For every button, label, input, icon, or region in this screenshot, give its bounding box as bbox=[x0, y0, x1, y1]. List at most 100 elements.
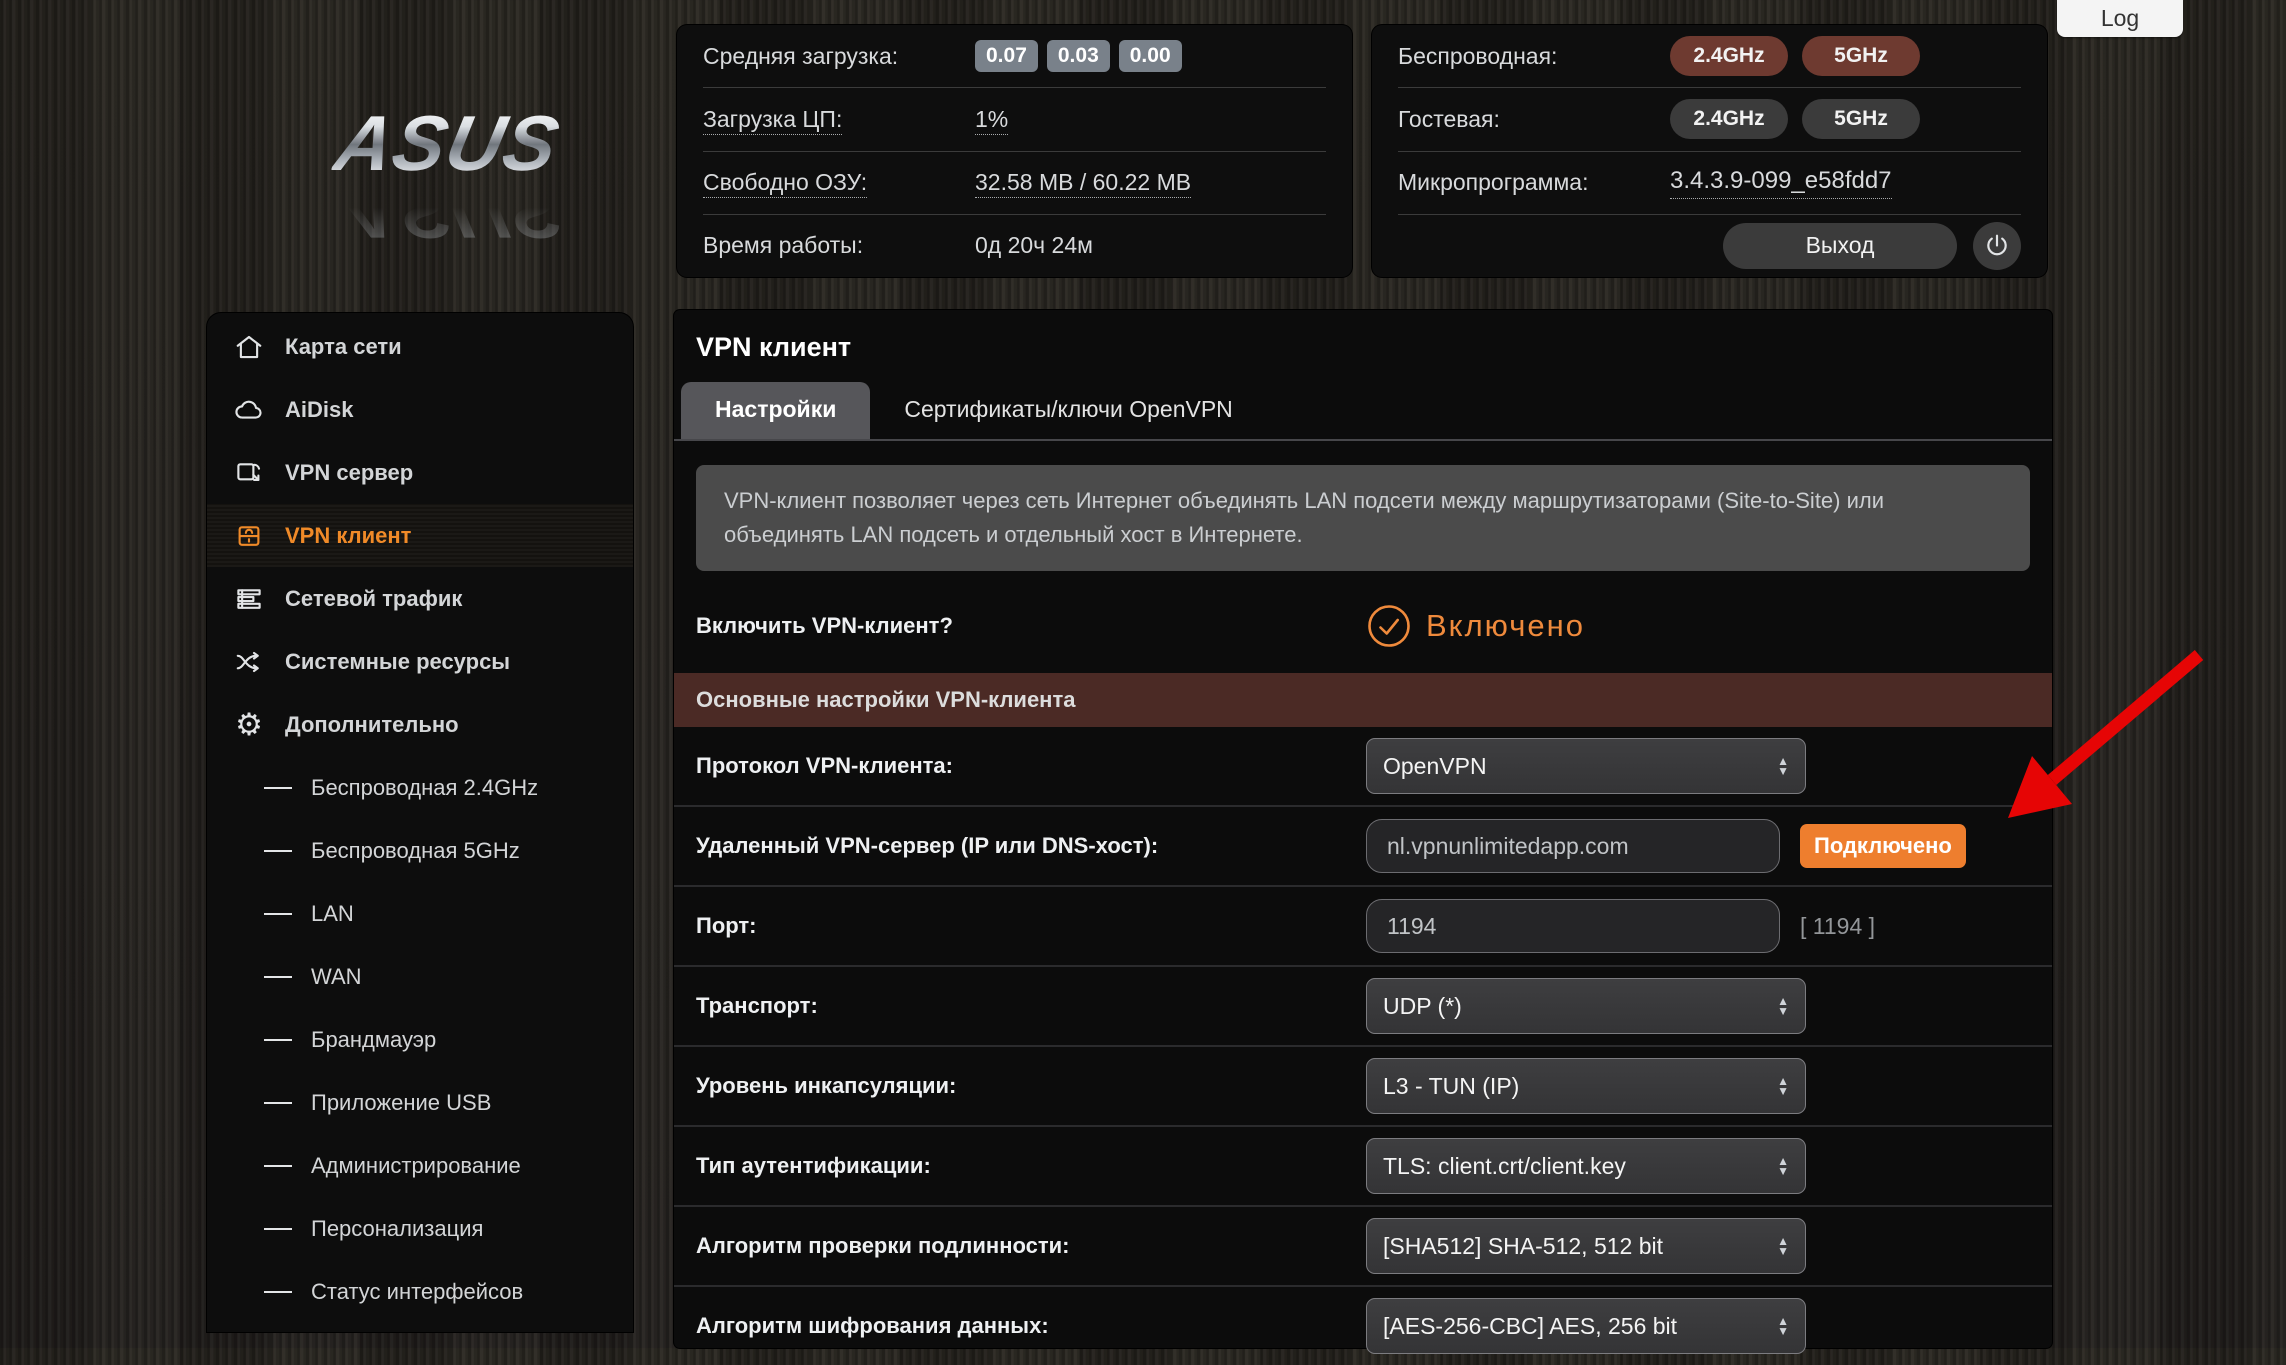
tab-settings[interactable]: Настройки bbox=[681, 382, 870, 439]
cpu-load-label: Загрузка ЦП: bbox=[703, 106, 975, 133]
dash-icon bbox=[264, 1165, 292, 1167]
hash-algorithm-select[interactable]: [SHA512] SHA-512, 512 bit ▲▼ bbox=[1366, 1218, 1806, 1274]
cpu-load-row: Загрузка ЦП: 1% bbox=[703, 87, 1326, 150]
vpn-server-icon bbox=[231, 455, 267, 491]
wireless-row: Беспроводная: 2.4GHz 5GHz bbox=[1398, 25, 2021, 87]
free-ram-label: Свободно ОЗУ: bbox=[703, 169, 975, 196]
uptime-value: 0д 20ч 24м bbox=[975, 232, 1093, 259]
guest-label: Гостевая: bbox=[1398, 106, 1670, 133]
reboot-button[interactable] bbox=[1973, 222, 2021, 270]
guest-row: Гостевая: 2.4GHz 5GHz bbox=[1398, 87, 2021, 150]
sidebar-item-lan[interactable]: LAN bbox=[207, 882, 633, 945]
protocol-label: Протокол VPN-клиента: bbox=[674, 753, 1366, 779]
dash-icon bbox=[264, 1102, 292, 1104]
load-badge-3: 0.00 bbox=[1119, 40, 1182, 72]
power-icon bbox=[1984, 233, 2010, 259]
port-row: Порт: [ 1194 ] bbox=[674, 885, 2052, 965]
vpn-client-icon bbox=[231, 518, 267, 554]
auth-type-row: Тип аутентификации: TLS: client.crt/clie… bbox=[674, 1125, 2052, 1205]
vpn-description: VPN-клиент позволяет через сеть Интернет… bbox=[696, 465, 2030, 571]
tab-divider bbox=[674, 439, 2052, 441]
guest-5ghz-pill[interactable]: 5GHz bbox=[1802, 99, 1920, 139]
port-label: Порт: bbox=[674, 913, 1366, 939]
port-input[interactable] bbox=[1366, 899, 1780, 953]
firmware-version-link[interactable]: 3.4.3.9-099_e58fdd7 bbox=[1670, 167, 1892, 199]
sidebar-item-advanced[interactable]: ⚙ Дополнительно bbox=[207, 693, 633, 756]
sidebar-item-administration[interactable]: Администрирование bbox=[207, 1134, 633, 1197]
page-title: VPN клиент bbox=[674, 310, 2052, 363]
encapsulation-select[interactable]: L3 - TUN (IP) ▲▼ bbox=[1366, 1058, 1806, 1114]
free-ram-value: 32.58 MB / 60.22 MB bbox=[975, 169, 1191, 196]
cipher-select[interactable]: [AES-256-CBC] AES, 256 bit ▲▼ bbox=[1366, 1298, 1806, 1354]
sidebar-item-wan[interactable]: WAN bbox=[207, 945, 633, 1008]
home-icon bbox=[231, 329, 267, 365]
transport-select[interactable]: UDP (*) ▲▼ bbox=[1366, 978, 1806, 1034]
log-button[interactable]: Log bbox=[2057, 0, 2183, 37]
cloud-icon bbox=[231, 392, 267, 428]
select-arrows-icon: ▲▼ bbox=[1777, 1076, 1789, 1096]
shuffle-icon bbox=[231, 644, 267, 680]
wireless-panel: Беспроводная: 2.4GHz 5GHz Гостевая: 2.4G… bbox=[1372, 25, 2047, 277]
uptime-row: Время работы: 0д 20ч 24м bbox=[703, 214, 1326, 277]
sidebar-item-usb-app[interactable]: Приложение USB bbox=[207, 1071, 633, 1134]
sidebar-item-vpn-server[interactable]: VPN сервер bbox=[207, 441, 633, 504]
dash-icon bbox=[264, 850, 292, 852]
vpn-enabled-toggle[interactable]: Включено bbox=[1366, 603, 1585, 649]
firmware-row: Микропрограмма: 3.4.3.9-099_e58fdd7 bbox=[1398, 151, 2021, 214]
load-average-badges: 0.07 0.03 0.00 bbox=[975, 40, 1182, 72]
sidebar-item-interface-status[interactable]: Статус интерфейсов bbox=[207, 1260, 633, 1323]
select-arrows-icon: ▲▼ bbox=[1777, 996, 1789, 1016]
section-header-basic-settings: Основные настройки VPN-клиента bbox=[674, 673, 2052, 727]
encapsulation-row: Уровень инкапсуляции: L3 - TUN (IP) ▲▼ bbox=[674, 1045, 2052, 1125]
system-status-panel: Средняя загрузка: 0.07 0.03 0.00 Загрузк… bbox=[677, 25, 1352, 277]
load-badge-2: 0.03 bbox=[1047, 40, 1110, 72]
check-circle-icon bbox=[1366, 603, 1412, 649]
transport-label: Транспорт: bbox=[674, 993, 1366, 1019]
load-average-label: Средняя загрузка: bbox=[703, 43, 975, 70]
uptime-label: Время работы: bbox=[703, 232, 975, 259]
sidebar-item-network-map[interactable]: Карта сети bbox=[207, 315, 633, 378]
sidebar-item-wireless-24[interactable]: Беспроводная 2.4GHz bbox=[207, 756, 633, 819]
sidebar-item-wireless-5[interactable]: Беспроводная 5GHz bbox=[207, 819, 633, 882]
select-arrows-icon: ▲▼ bbox=[1777, 1236, 1789, 1256]
sidebar-item-vpn-client[interactable]: VPN клиент bbox=[207, 504, 633, 567]
select-arrows-icon: ▲▼ bbox=[1777, 1316, 1789, 1336]
auth-type-select[interactable]: TLS: client.crt/client.key ▲▼ bbox=[1366, 1138, 1806, 1194]
select-arrows-icon: ▲▼ bbox=[1777, 1156, 1789, 1176]
asus-logo: ASUS ASUS bbox=[282, 106, 612, 248]
sidebar-nav: Карта сети AiDisk VPN сервер VPN клиент … bbox=[207, 313, 633, 1332]
sidebar-item-personalization[interactable]: Персонализация bbox=[207, 1197, 633, 1260]
sidebar-item-network-traffic[interactable]: Сетевой трафик bbox=[207, 567, 633, 630]
tab-bar: Настройки Сертификаты/ключи OpenVPN bbox=[674, 381, 2052, 439]
dash-icon bbox=[264, 1228, 292, 1230]
enable-vpn-row: Включить VPN-клиент? Включено bbox=[674, 587, 2052, 665]
sidebar-item-system-resources[interactable]: Системные ресурсы bbox=[207, 630, 633, 693]
sidebar-item-aidisk[interactable]: AiDisk bbox=[207, 378, 633, 441]
remote-server-input[interactable] bbox=[1366, 819, 1780, 873]
logout-row: Выход bbox=[1398, 214, 2021, 277]
remote-server-label: Удаленный VPN-сервер (IP или DNS-хост): bbox=[674, 833, 1366, 859]
remote-server-row: Удаленный VPN-сервер (IP или DNS-хост): … bbox=[674, 805, 2052, 885]
wireless-24ghz-pill[interactable]: 2.4GHz bbox=[1670, 36, 1788, 76]
vpn-status-text: Включено bbox=[1426, 608, 1585, 644]
guest-24ghz-pill[interactable]: 2.4GHz bbox=[1670, 99, 1788, 139]
logout-button[interactable]: Выход bbox=[1723, 223, 1957, 269]
asus-logo-reflection: ASUS bbox=[329, 174, 565, 248]
tab-openvpn-keys[interactable]: Сертификаты/ключи OpenVPN bbox=[870, 382, 1266, 439]
dash-icon bbox=[264, 913, 292, 915]
select-arrows-icon: ▲▼ bbox=[1777, 756, 1789, 776]
encapsulation-label: Уровень инкапсуляции: bbox=[674, 1073, 1366, 1099]
gear-icon: ⚙ bbox=[231, 707, 267, 743]
port-hint: [ 1194 ] bbox=[1800, 913, 1875, 940]
cipher-row: Алгоритм шифрования данных: [AES-256-CBC… bbox=[674, 1285, 2052, 1365]
dash-icon bbox=[264, 976, 292, 978]
hash-algorithm-label: Алгоритм проверки подлинности: bbox=[674, 1233, 1366, 1259]
load-average-row: Средняя загрузка: 0.07 0.03 0.00 bbox=[703, 25, 1326, 87]
dash-icon bbox=[264, 1039, 292, 1041]
protocol-select[interactable]: OpenVPN ▲▼ bbox=[1366, 738, 1806, 794]
dash-icon bbox=[264, 1291, 292, 1293]
wireless-5ghz-pill[interactable]: 5GHz bbox=[1802, 36, 1920, 76]
router-admin-page: { "page": { "log_button": "Log" }, "logo… bbox=[0, 0, 2286, 1348]
sidebar-item-firewall[interactable]: Брандмауэр bbox=[207, 1008, 633, 1071]
wireless-label: Беспроводная: bbox=[1398, 43, 1670, 70]
